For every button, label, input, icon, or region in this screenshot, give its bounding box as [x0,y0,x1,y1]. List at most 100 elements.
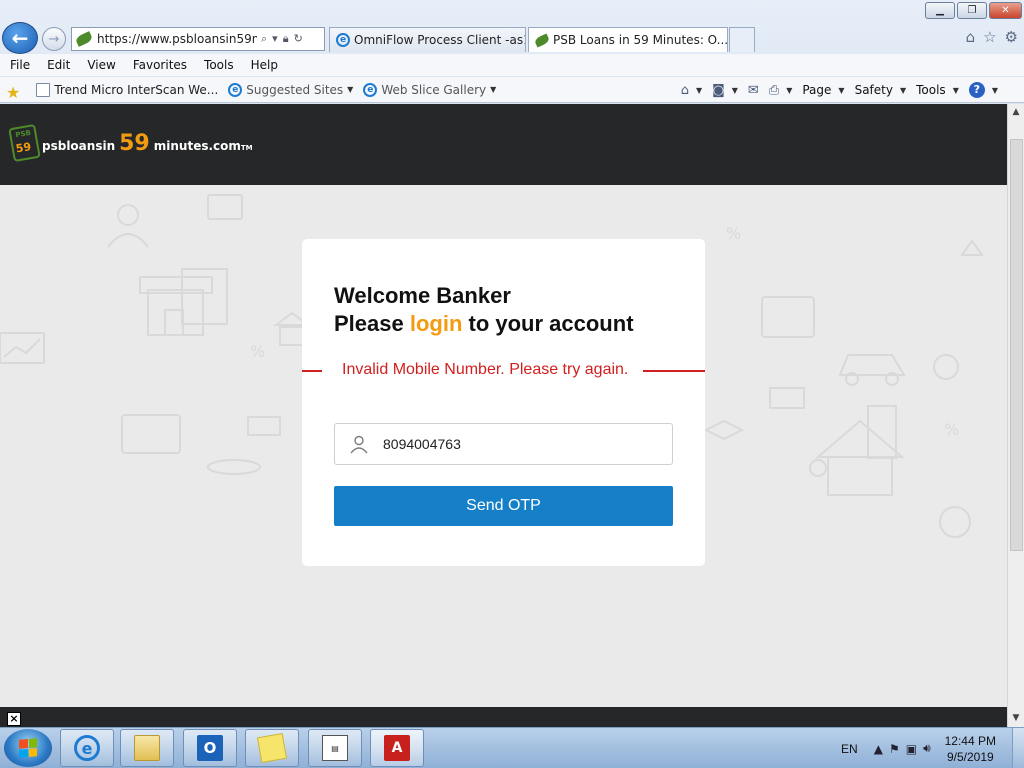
favorites-star-icon: ★ [6,82,21,102]
home-icon[interactable]: ⌂ [966,28,976,46]
show-hidden-icons-icon[interactable]: ▲ [874,742,883,756]
help-menu[interactable]: ? ▼ [968,82,998,98]
navigation-row: ← → https://www.psbloansin59mir ⌕ ▾ 🔒︎ ↻… [0,22,1024,54]
command-bar: ⌂ ▼ ◙ ▼ ✉ ⎙ ▼ Page ▼ Safety ▼ Tools ▼ ? ▼ [681,77,998,103]
site-favicon-icon [74,31,94,47]
grad-cap-icon [703,419,745,441]
safety-menu[interactable]: Safety ▼ [855,83,907,97]
mail-button[interactable]: ✉ [748,83,759,98]
scroll-down-icon[interactable]: ▼ [1008,710,1024,727]
fav-web-slice-gallery[interactable]: e Web Slice Gallery ▼ [363,82,497,97]
menu-bar: File Edit View Favorites Tools Help [0,54,1024,76]
sticky-notes-icon [256,732,288,764]
scroll-up-icon[interactable]: ▲ [1008,104,1024,121]
site-footer: × [0,707,1007,727]
menu-view[interactable]: View [87,58,115,72]
network-icon[interactable]: ▣ [906,742,917,756]
error-message: Invalid Mobile Number. Please try again. [342,361,629,378]
menu-tools[interactable]: Tools [204,58,234,72]
welcome-line: Welcome Banker [334,283,511,308]
taskbar-adobe-acrobat[interactable]: A [370,729,424,767]
action-center-icon[interactable]: ⚑ [889,742,900,756]
search-icon[interactable]: ⌕ [261,32,267,46]
mobile-number-input[interactable] [383,436,643,452]
ie-page-icon: e [336,33,350,47]
page-viewport: PSB 59 psbloansin 59 minutes.com TM % % … [0,104,1007,707]
page-icon [36,82,51,97]
home-button[interactable]: ⌂ ▼ [681,83,702,98]
taskbar-sticky-notes[interactable] [245,729,299,767]
url-text[interactable]: https://www.psbloansin59mir [97,32,257,46]
close-window-button[interactable]: ✕ [989,2,1022,19]
dropdown-icon[interactable]: ▾ [272,32,278,46]
tab-omniflow[interactable]: e OmniFlow Process Client -as1... [329,27,526,52]
svg-text:%: % [726,224,741,243]
language-indicator[interactable]: EN [841,742,858,756]
window-controls: ▁ ❐ ✕ [925,2,1022,19]
new-tab-button[interactable] [729,27,755,52]
help-icon: ? [968,82,985,98]
site-logo[interactable]: PSB 59 psbloansin 59 minutes.com TM [8,123,253,163]
tools-menu[interactable]: Tools ▼ [916,83,959,97]
show-desktop-button[interactable] [1012,728,1024,768]
taskbar-application[interactable]: ▤ [308,729,362,767]
menu-edit[interactable]: Edit [47,58,70,72]
login-prompt-line: Please login to your account [334,311,634,336]
scroll-thumb[interactable] [1010,139,1023,551]
vertical-scrollbar[interactable]: ▲ ▼ [1007,104,1024,727]
menu-help[interactable]: Help [251,58,278,72]
favorites-star-icon[interactable]: ☆ [983,28,996,46]
clock[interactable]: 12:44 PM 9/5/2019 [945,733,996,765]
login-card: Welcome Banker Please login to your acco… [302,239,705,566]
svg-text:%: % [944,420,959,439]
menu-favorites[interactable]: Favorites [133,58,187,72]
menu-file[interactable]: File [10,58,30,72]
gear-icon[interactable]: ⚙ [1005,28,1018,46]
user-icon [350,435,368,454]
folder-icon [134,735,160,761]
home-icon: ⌂ [680,82,689,98]
address-bar[interactable]: https://www.psbloansin59mir ⌕ ▾ 🔒︎ ↻ [71,27,325,51]
tab-psb-loans[interactable]: PSB Loans in 59 Minutes: O... ✕ [528,27,728,52]
taskbar-internet-explorer[interactable]: e [60,729,114,767]
back-button[interactable]: ← [2,22,38,54]
clock-time: 12:44 PM [944,733,996,748]
lock-icon[interactable]: 🔒︎ [283,32,289,46]
back-arrow-icon: ← [11,26,29,50]
add-favorite-button[interactable]: ★ [6,82,26,102]
tab-label: OmniFlow Process Client -as1... [354,33,526,47]
close-icon[interactable]: × [7,712,21,726]
start-button[interactable] [4,729,52,767]
forward-button[interactable]: → [42,27,66,51]
system-tray: EN ▲ ⚑ ▣ 🔊︎ 12:44 PM 9/5/2019 [841,728,1024,768]
minimize-button[interactable]: ▁ [925,2,955,19]
print-button[interactable]: ⎙ ▼ [769,83,793,98]
ie-page-icon: e [228,82,243,97]
feeds-button[interactable]: ◙ ▼ [712,83,738,98]
fav-trend-micro[interactable]: Trend Micro InterScan We... [36,82,218,97]
send-otp-button[interactable]: Send OTP [334,486,673,526]
windows-logo-icon [19,738,37,758]
internet-explorer-icon: e [74,735,100,761]
windows-taskbar: e O ▤ A EN ▲ ⚑ ▣ 🔊︎ 12:44 PM 9/5/2019 [0,727,1024,768]
ie-page-icon: e [363,82,378,97]
shop-icon [139,276,213,336]
logo-text: psbloansin 59 minutes.com TM [42,130,253,156]
mail-icon: ✉ [747,82,759,98]
page-menu[interactable]: Page ▼ [802,83,844,97]
refresh-icon[interactable]: ↻ [294,32,303,46]
forward-arrow-icon: → [48,31,60,47]
chevron-down-icon: ▼ [490,85,497,94]
taskbar-windows-explorer[interactable] [120,729,174,767]
fav-suggested-sites[interactable]: e Suggested Sites ▼ [228,82,353,97]
tab-label: PSB Loans in 59 Minutes: O... [553,33,728,47]
outlook-icon: O [197,735,223,761]
taskbar-outlook[interactable]: O [183,729,237,767]
site-header: PSB 59 psbloansin 59 minutes.com TM [0,104,1007,185]
volume-icon[interactable]: 🔊︎ [923,741,931,756]
chart-board-icon [0,332,45,364]
browser-chrome: ▁ ❐ ✕ ← → https://www.psbloansin59mir ⌕ … [0,0,1024,104]
restore-button[interactable]: ❐ [957,2,987,19]
car-icon [838,354,906,386]
mobile-number-field[interactable] [334,423,673,465]
